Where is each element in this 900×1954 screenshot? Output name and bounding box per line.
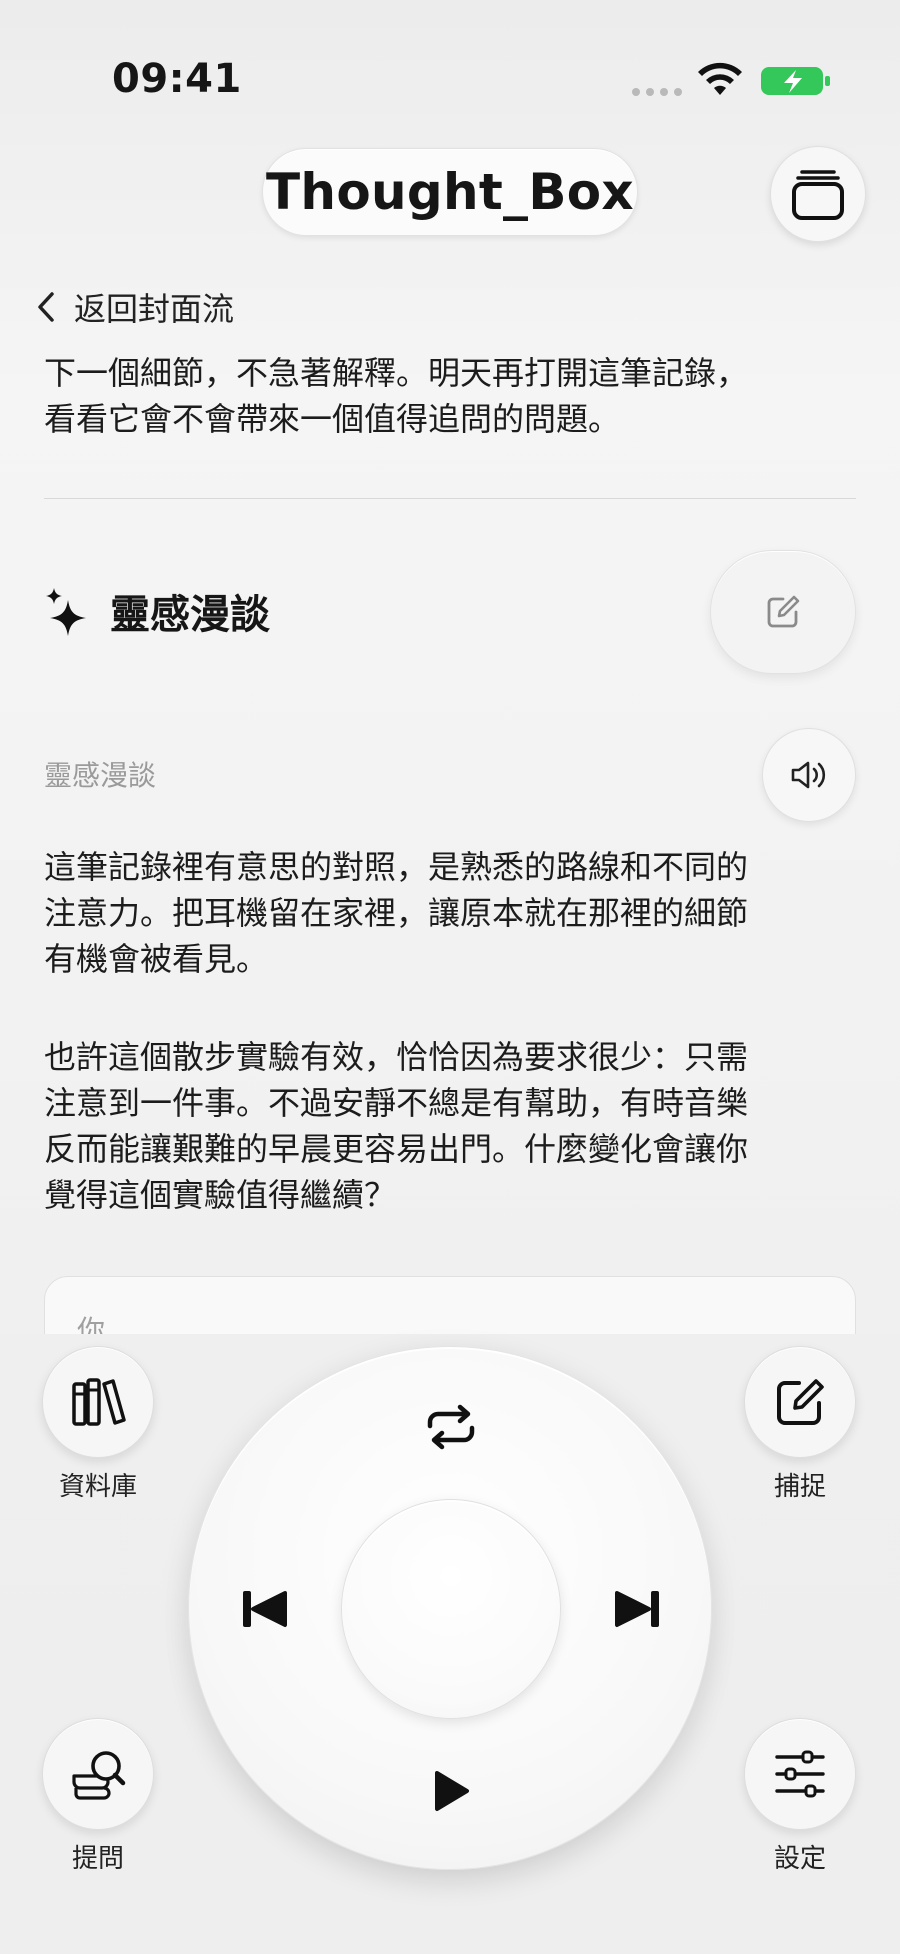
signal-dots-icon: [632, 88, 682, 96]
note-content[interactable]: 下一個細節，不急著解釋。明天再打開這筆記錄， 看看它會不會帶來一個值得追問的問題…: [0, 340, 900, 1334]
paragraph-line: 也許這個散步實驗有效，恰恰因為要求很少：只需: [44, 1038, 749, 1076]
search-scroll-icon: [72, 1751, 126, 1800]
sparkles-icon: [46, 588, 86, 636]
section-title: 靈感漫談: [110, 592, 270, 638]
settings-button[interactable]: [744, 1718, 856, 1830]
wifi-icon: [698, 62, 742, 95]
paragraph-line: 注意到一件事。不過安靜不總是有幫助，有時音樂: [44, 1084, 749, 1122]
paragraph-line: 注意力。把耳機留在家裡，讓原本就在那裡的細節: [44, 894, 749, 932]
library-label: 資料庫: [58, 1472, 137, 1502]
books-icon: [72, 1378, 126, 1426]
speaker-button[interactable]: [762, 728, 856, 822]
back-link[interactable]: 返回封面流: [36, 284, 234, 330]
edit-icon: [767, 595, 800, 628]
response-paragraph-1: 這筆記錄裡有意思的對照，是熟悉的路線和不同的 注意力。把耳機留在家裡，讓原本就在…: [44, 844, 864, 982]
capture-button[interactable]: [744, 1346, 856, 1458]
settings-label: 設定: [773, 1844, 826, 1874]
next-button[interactable]: [597, 1569, 677, 1649]
center-button[interactable]: [341, 1499, 561, 1719]
previous-button[interactable]: [225, 1569, 305, 1649]
capture-label: 捕捉: [773, 1472, 826, 1502]
intro-line: 看看它會不會帶來一個值得追問的問題。: [44, 400, 621, 438]
play-icon: [435, 1771, 469, 1811]
speaker-icon: [791, 761, 826, 789]
library-button[interactable]: [42, 1346, 154, 1458]
reply-card[interactable]: 你: [44, 1276, 856, 1334]
sub-label: 靈感漫談: [44, 759, 157, 792]
intro-line: 下一個細節，不急著解釋。明天再打開這筆記錄，: [44, 354, 749, 392]
skip-back-icon: [243, 1591, 287, 1627]
section-header: 靈感漫談: [44, 582, 270, 640]
repeat-icon: [427, 1404, 475, 1450]
ask-label: 提問: [71, 1844, 124, 1874]
ask-button[interactable]: [42, 1718, 154, 1830]
app-title[interactable]: Thought_Box: [262, 148, 638, 236]
skip-forward-icon: [615, 1591, 659, 1627]
paragraph-line: 這筆記錄裡有意思的對照，是熟悉的路線和不同的: [44, 848, 749, 886]
compose-icon: [777, 1379, 824, 1425]
reply-card-label: 你: [77, 1314, 106, 1334]
stack-icon: [792, 170, 844, 220]
battery-icon: [761, 67, 830, 95]
playback-wheel[interactable]: [188, 1346, 712, 1870]
paragraph-line: 覺得這個實驗值得繼續？: [44, 1176, 397, 1214]
status-time: 09:41: [112, 56, 242, 102]
intro-text: 下一個細節，不急著解釋。明天再打開這筆記錄， 看看它會不會帶來一個值得追問的問題…: [44, 350, 864, 442]
response-paragraph-2: 也許這個散步實驗有效，恰恰因為要求很少：只需 注意到一件事。不過安靜不總是有幫助…: [44, 1034, 864, 1218]
divider: [44, 498, 856, 499]
paragraph-line: 有機會被看見。: [44, 940, 269, 978]
sliders-icon: [775, 1750, 825, 1798]
chevron-left-icon: [38, 292, 54, 322]
paragraph-line: 反而能讓艱難的早晨更容易出門。什麼變化會讓你: [44, 1130, 749, 1168]
edit-button[interactable]: [710, 550, 856, 674]
repeat-button[interactable]: [411, 1387, 491, 1467]
back-label: 返回封面流: [74, 290, 235, 328]
play-button[interactable]: [411, 1751, 491, 1831]
stack-button[interactable]: [770, 146, 866, 242]
